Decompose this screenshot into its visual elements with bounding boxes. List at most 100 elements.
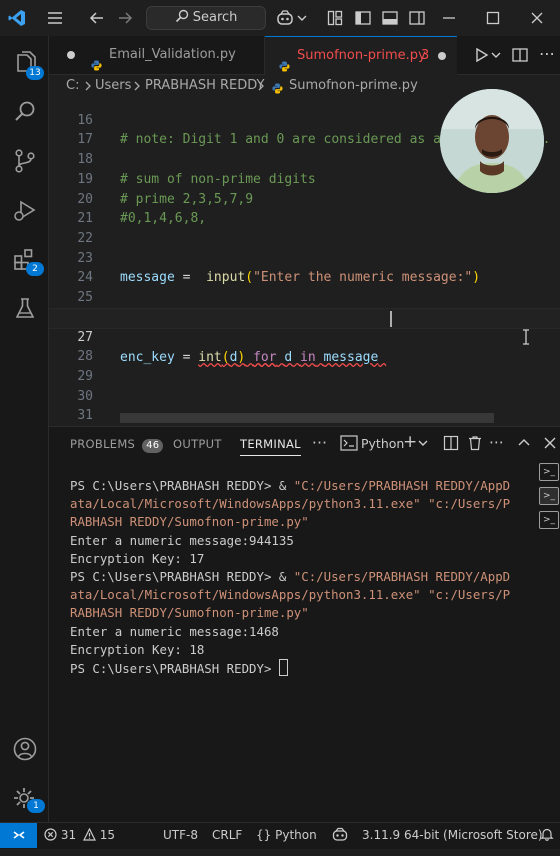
terminal-text: PS C:\Users\PRABHASH REDDY> & [70, 478, 294, 493]
extensions-icon[interactable]: 2 [12, 246, 44, 276]
code-line: 21 [49, 190, 560, 226]
code-line: 22 [49, 209, 560, 246]
settings-gear-icon[interactable]: 1 [12, 786, 45, 813]
split-terminal-icon[interactable] [443, 435, 459, 455]
terminal-line: PS C:\Users\PRABHASH REDDY> & "C:/Users/… [70, 568, 510, 586]
testing-flask-icon[interactable] [12, 296, 38, 322]
remote-window-icon[interactable] [0, 823, 37, 848]
title-bar: Search [0, 0, 560, 37]
unsaved-dot-icon[interactable] [438, 52, 446, 60]
more-actions-icon[interactable]: ⋯ [489, 433, 504, 451]
split-editor-icon[interactable] [511, 46, 529, 68]
forward-arrow-icon[interactable] [116, 9, 134, 27]
language-status[interactable]: {} Python [256, 823, 317, 847]
error-icon [44, 828, 61, 842]
settings-badge: 1 [27, 799, 45, 813]
terminal-shell-label[interactable]: Python [361, 436, 404, 451]
encoding-status[interactable]: UTF-8 [163, 823, 198, 847]
more-actions-icon[interactable]: ⋯ [539, 46, 555, 62]
code-line: 31 [49, 387, 560, 423]
terminal-instance-icon[interactable]: >_ [539, 511, 559, 529]
accounts-icon[interactable] [12, 736, 38, 762]
notifications-bell-icon[interactable] [540, 823, 554, 847]
presenter-webcam-overlay [440, 89, 544, 193]
tab-problems[interactable]: PROBLEMS 46 [70, 437, 164, 453]
terminal-instance-icon[interactable]: >_ [539, 487, 559, 505]
explorer-badge: 13 [26, 66, 44, 80]
code-line: 24 [49, 249, 560, 285]
copilot-status-icon[interactable] [332, 823, 348, 847]
search-view-icon[interactable] [12, 99, 38, 125]
terminal-instance-icon[interactable]: >_ [539, 463, 559, 481]
maximize-icon[interactable] [484, 9, 502, 27]
activity-bar: 13 2 1 [0, 36, 49, 822]
close-panel-icon[interactable] [543, 435, 557, 455]
code-line: 25 prime_digits = ['0','1','2','3','5','… [49, 268, 560, 325]
breadcrumb-file[interactable]: Sumofnon-prime.py [289, 75, 418, 97]
terminal-path-string: "C:/Users/PRABHASH REDDY/AppD [293, 569, 511, 585]
command-search-box[interactable]: Search [146, 6, 266, 30]
tab-output[interactable]: OUTPUT [173, 437, 222, 451]
terminal-line: PS C:\Users\PRABHASH REDDY> & "C:/Users/… [70, 477, 510, 495]
more-panels-icon[interactable]: ··· [312, 434, 327, 452]
maximize-panel-chevron-up-icon[interactable] [517, 435, 531, 455]
source-control-icon[interactable] [12, 148, 38, 174]
close-window-icon[interactable] [528, 9, 546, 27]
terminal-line: ata/Local/Microsoft/WindowsApps/python3.… [70, 495, 510, 513]
terminal-line: ata/Local/Microsoft/WindowsApps/python3.… [70, 586, 510, 604]
code-line: 26 [49, 288, 560, 325]
tab-sumofnon-prime[interactable]: Sumofnon-prime.py 3 [265, 36, 457, 75]
code-line: 30 [49, 367, 560, 404]
breadcrumb-users[interactable]: Users [95, 75, 131, 97]
run-and-debug-icon[interactable] [12, 197, 38, 223]
terminal-shell-icon [340, 435, 358, 455]
back-arrow-icon[interactable] [88, 9, 106, 27]
terminal-text: Enter a numeric message:1468 [70, 623, 279, 639]
search-icon [175, 9, 193, 25]
toggle-secondary-sidebar-icon[interactable] [408, 9, 426, 27]
terminal-path-string: ata/Local/Microsoft/WindowsApps/python3.… [70, 587, 511, 603]
terminal-line: PS C:\Users\PRABHASH REDDY> [70, 659, 510, 678]
terminal-path-string: "C:/Users/PRABHASH REDDY/AppD [293, 478, 511, 493]
terminal-line: Enter a numeric message:1468 [70, 623, 510, 641]
search-label: Search [192, 10, 238, 25]
terminal-line: RABHASH REDDY/Sumofnon-prime.py" [70, 513, 510, 531]
new-terminal-plus-icon[interactable]: + [403, 433, 417, 451]
run-menu-chevron-down-icon[interactable] [491, 47, 501, 67]
code-line: 29 [49, 347, 560, 384]
run-python-file-play-icon[interactable] [473, 47, 489, 67]
terminal-menu-chevron-down-icon[interactable] [418, 436, 428, 454]
python-interpreter-status[interactable]: 3.11.9 64-bit (Microsoft Store) [362, 823, 543, 847]
unsaved-dot-icon[interactable] [67, 51, 75, 59]
status-bar: 31 15 UTF-8 CRLF {} Python 3.11.9 64-bit… [0, 822, 560, 849]
eol-status[interactable]: CRLF [212, 823, 242, 847]
breadcrumb-user-folder[interactable]: PRABHASH REDDY [145, 75, 264, 97]
tab-email-validation[interactable]: Email_Validation.py [49, 36, 265, 74]
editor-horizontal-scrollbar[interactable] [120, 413, 494, 423]
terminal-text: PS C:\Users\PRABHASH REDDY> & [70, 569, 294, 585]
menu-icon[interactable] [46, 9, 64, 27]
copilot-menu-chevron-down-icon[interactable] [296, 9, 308, 27]
tab-problem-count: 3 [421, 48, 430, 63]
terminal-line: Enter a numeric message:944135 [70, 532, 510, 550]
toggle-panel-icon[interactable] [381, 9, 399, 27]
problems-count-badge: 46 [142, 439, 164, 453]
code-line: 23 message = input("Enter the numeric me… [49, 229, 560, 286]
toggle-primary-sidebar-icon[interactable] [354, 9, 372, 27]
problems-label: PROBLEMS [70, 437, 136, 451]
warning-count: 15 [99, 828, 116, 842]
breadcrumb-drive[interactable]: C: [66, 75, 79, 97]
problems-status[interactable]: 31 15 [44, 823, 115, 847]
terminal-output[interactable]: PS C:\Users\PRABHASH REDDY> & "C:/Users/… [70, 477, 510, 678]
terminal-path-string: ata/Local/Microsoft/WindowsApps/python3.… [70, 496, 511, 512]
copilot-icon[interactable] [276, 9, 294, 27]
terminal-path-string: RABHASH REDDY/Sumofnon-prime.py" [70, 514, 309, 530]
kill-terminal-trash-icon[interactable] [467, 435, 483, 455]
explorer-icon[interactable]: 13 [12, 50, 44, 80]
terminal-text: Enter a numeric message:944135 [70, 532, 294, 548]
code-line: 28 [49, 327, 560, 364]
editor-tab-bar: Email_Validation.py Sumofnon-prime.py 3 … [49, 36, 560, 75]
tab-terminal[interactable]: TERMINAL [240, 437, 301, 456]
minimize-icon[interactable] [440, 9, 458, 27]
customize-layout-icon[interactable] [326, 9, 344, 27]
